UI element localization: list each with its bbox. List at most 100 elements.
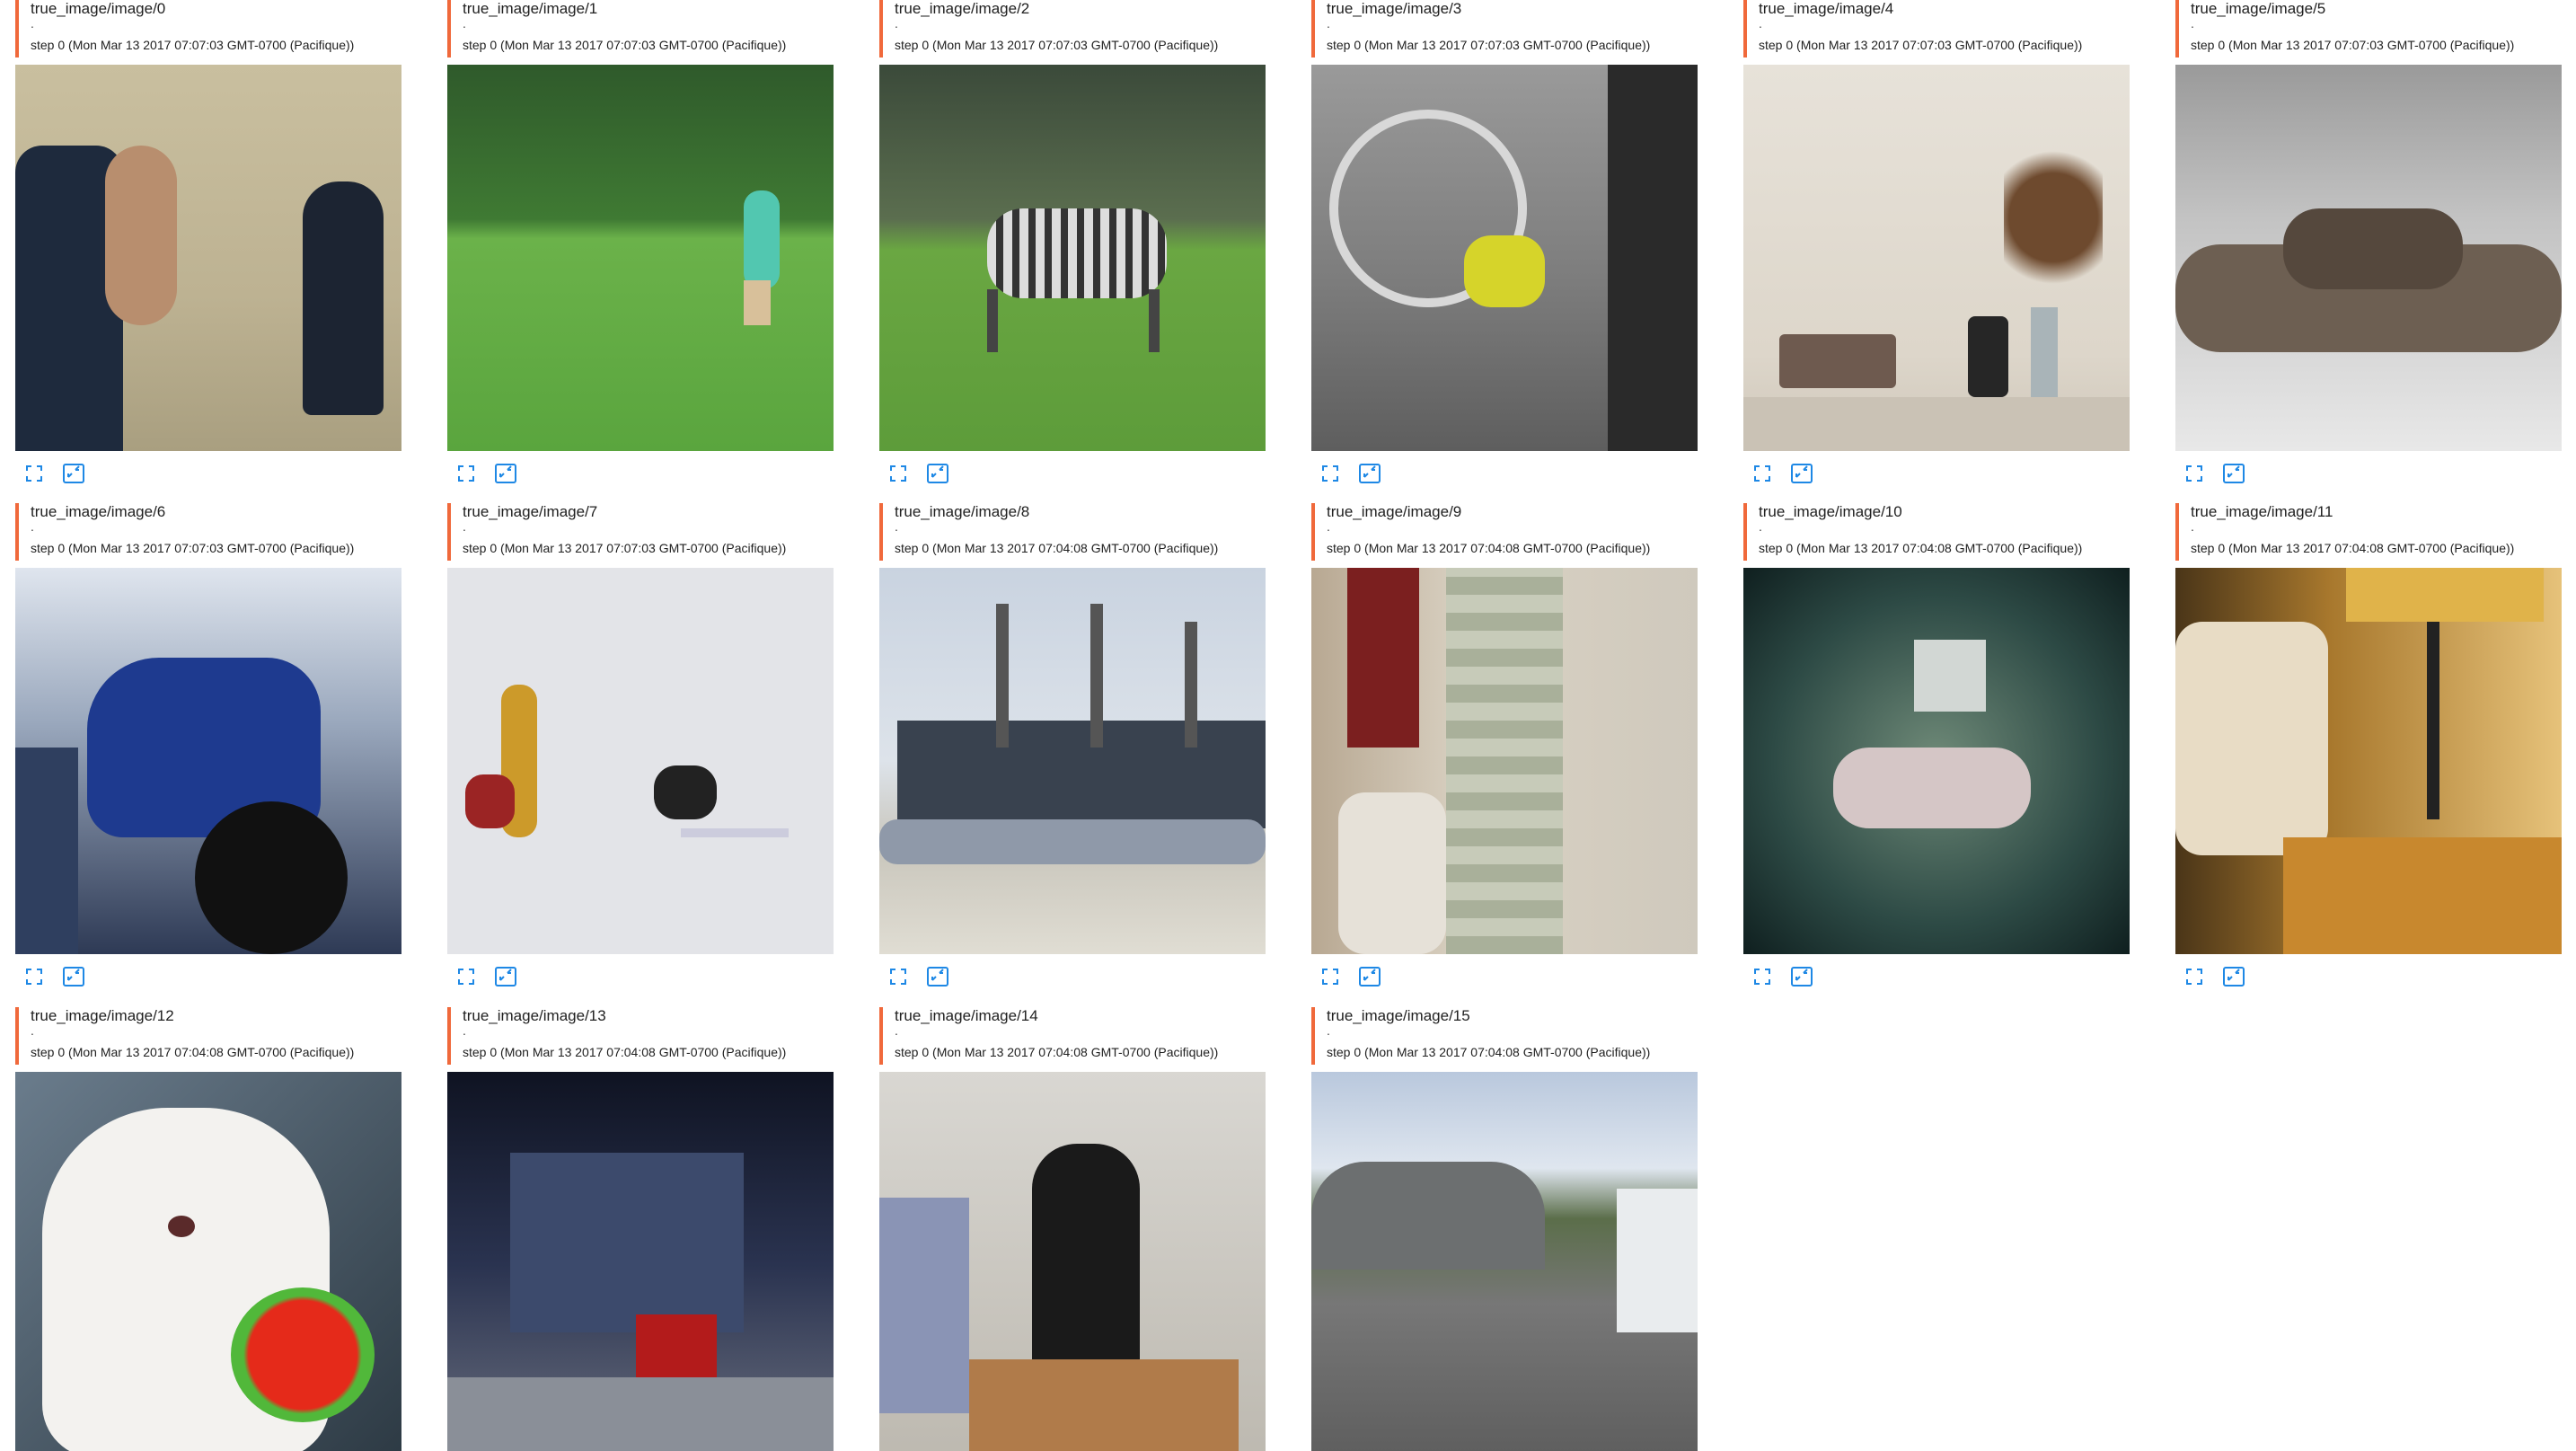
image-card: true_image/image/13 . step 0 (Mon Mar 13… (447, 1007, 842, 1451)
run-dot: . (463, 519, 466, 534)
fullscreen-icon[interactable] (2183, 462, 2206, 485)
fit-to-card-icon[interactable] (926, 965, 949, 988)
image-thumbnail (15, 65, 401, 451)
run-dot: . (1759, 519, 1762, 534)
image-tag-title: true_image/image/0 (31, 0, 166, 17)
image-tag-title: true_image/image/2 (895, 0, 1030, 17)
image-tag-title: true_image/image/10 (1759, 503, 1902, 520)
run-dot: . (2191, 16, 2194, 31)
fit-to-card-icon[interactable] (2222, 965, 2245, 988)
card-toolbar (22, 462, 85, 485)
image-thumbnail (447, 1072, 834, 1451)
card-header: true_image/image/0 . step 0 (Mon Mar 13 … (15, 0, 410, 58)
image-dashboard-grid: true_image/image/0 . step 0 (Mon Mar 13 … (0, 0, 2576, 1451)
image-tag-title: true_image/image/6 (31, 503, 166, 520)
fit-to-card-icon[interactable] (494, 462, 517, 485)
image-card: true_image/image/3 . step 0 (Mon Mar 13 … (1311, 0, 1707, 483)
step-timestamp: step 0 (Mon Mar 13 2017 07:04:08 GMT-070… (2191, 541, 2515, 555)
card-header: true_image/image/6 . step 0 (Mon Mar 13 … (15, 503, 410, 561)
fullscreen-icon[interactable] (1319, 965, 1342, 988)
card-header: true_image/image/11 . step 0 (Mon Mar 13… (2175, 503, 2571, 561)
fullscreen-icon[interactable] (2183, 965, 2206, 988)
run-dot: . (895, 519, 898, 534)
fit-to-card-icon[interactable] (926, 462, 949, 485)
step-timestamp: step 0 (Mon Mar 13 2017 07:04:08 GMT-070… (463, 1045, 787, 1059)
run-dot: . (2191, 519, 2194, 534)
image-thumbnail (879, 568, 1266, 954)
image-card: true_image/image/6 . step 0 (Mon Mar 13 … (15, 503, 410, 987)
image-thumbnail (447, 65, 834, 451)
fit-to-card-icon[interactable] (1790, 462, 1813, 485)
fit-to-card-icon[interactable] (62, 462, 85, 485)
fullscreen-icon[interactable] (887, 462, 910, 485)
fullscreen-icon[interactable] (887, 965, 910, 988)
card-toolbar (887, 965, 949, 988)
fullscreen-icon[interactable] (454, 965, 478, 988)
image-card: true_image/image/0 . step 0 (Mon Mar 13 … (15, 0, 410, 483)
step-timestamp: step 0 (Mon Mar 13 2017 07:04:08 GMT-070… (1327, 541, 1651, 555)
card-toolbar (22, 965, 85, 988)
fit-to-card-icon[interactable] (1790, 965, 1813, 988)
card-header: true_image/image/14 . step 0 (Mon Mar 13… (879, 1007, 1275, 1065)
image-tag-title: true_image/image/9 (1327, 503, 1462, 520)
card-header: true_image/image/2 . step 0 (Mon Mar 13 … (879, 0, 1275, 58)
fit-to-card-icon[interactable] (62, 965, 85, 988)
card-header: true_image/image/5 . step 0 (Mon Mar 13 … (2175, 0, 2571, 58)
image-thumbnail (1743, 65, 2130, 451)
fullscreen-icon[interactable] (1751, 462, 1774, 485)
run-dot: . (895, 16, 898, 31)
image-thumbnail (2175, 568, 2562, 954)
step-timestamp: step 0 (Mon Mar 13 2017 07:07:03 GMT-070… (463, 541, 787, 555)
fit-to-card-icon[interactable] (1358, 965, 1381, 988)
fit-to-card-icon[interactable] (2222, 462, 2245, 485)
image-thumbnail (2175, 65, 2562, 451)
fullscreen-icon[interactable] (1319, 462, 1342, 485)
fullscreen-icon[interactable] (1751, 965, 1774, 988)
run-dot: . (1759, 16, 1762, 31)
image-card: true_image/image/1 . step 0 (Mon Mar 13 … (447, 0, 842, 483)
fullscreen-icon[interactable] (454, 462, 478, 485)
image-thumbnail (15, 568, 401, 954)
image-tag-title: true_image/image/7 (463, 503, 598, 520)
image-tag-title: true_image/image/11 (2191, 503, 2333, 520)
image-card: true_image/image/7 . step 0 (Mon Mar 13 … (447, 503, 842, 987)
image-tag-title: true_image/image/1 (463, 0, 598, 17)
fullscreen-icon[interactable] (22, 965, 46, 988)
card-header: true_image/image/9 . step 0 (Mon Mar 13 … (1311, 503, 1707, 561)
image-thumbnail (1743, 568, 2130, 954)
image-card: true_image/image/4 . step 0 (Mon Mar 13 … (1743, 0, 2139, 483)
image-tag-title: true_image/image/12 (31, 1007, 174, 1024)
step-timestamp: step 0 (Mon Mar 13 2017 07:07:03 GMT-070… (31, 38, 355, 52)
run-dot: . (895, 1023, 898, 1038)
card-header: true_image/image/13 . step 0 (Mon Mar 13… (447, 1007, 842, 1065)
step-timestamp: step 0 (Mon Mar 13 2017 07:04:08 GMT-070… (1759, 541, 2083, 555)
image-tag-title: true_image/image/14 (895, 1007, 1038, 1024)
run-dot: . (31, 16, 34, 31)
card-header: true_image/image/8 . step 0 (Mon Mar 13 … (879, 503, 1275, 561)
fit-to-card-icon[interactable] (494, 965, 517, 988)
image-card: true_image/image/15 . step 0 (Mon Mar 13… (1311, 1007, 1707, 1451)
step-timestamp: step 0 (Mon Mar 13 2017 07:04:08 GMT-070… (31, 1045, 355, 1059)
card-header: true_image/image/12 . step 0 (Mon Mar 13… (15, 1007, 410, 1065)
image-tag-title: true_image/image/8 (895, 503, 1030, 520)
fullscreen-icon[interactable] (22, 462, 46, 485)
card-header: true_image/image/15 . step 0 (Mon Mar 13… (1311, 1007, 1707, 1065)
card-header: true_image/image/4 . step 0 (Mon Mar 13 … (1743, 0, 2139, 58)
card-toolbar (1319, 462, 1381, 485)
step-timestamp: step 0 (Mon Mar 13 2017 07:07:03 GMT-070… (2191, 38, 2515, 52)
image-thumbnail (447, 568, 834, 954)
step-timestamp: step 0 (Mon Mar 13 2017 07:04:08 GMT-070… (895, 1045, 1219, 1059)
card-toolbar (454, 462, 517, 485)
run-dot: . (463, 1023, 466, 1038)
image-thumbnail (1311, 65, 1698, 451)
image-tag-title: true_image/image/4 (1759, 0, 1894, 17)
run-dot: . (463, 16, 466, 31)
fit-to-card-icon[interactable] (1358, 462, 1381, 485)
card-toolbar (454, 965, 517, 988)
image-thumbnail (1311, 568, 1698, 954)
image-card: true_image/image/5 . step 0 (Mon Mar 13 … (2175, 0, 2571, 483)
image-tag-title: true_image/image/15 (1327, 1007, 1470, 1024)
card-header: true_image/image/10 . step 0 (Mon Mar 13… (1743, 503, 2139, 561)
card-toolbar (2183, 462, 2245, 485)
image-thumbnail (1311, 1072, 1698, 1451)
